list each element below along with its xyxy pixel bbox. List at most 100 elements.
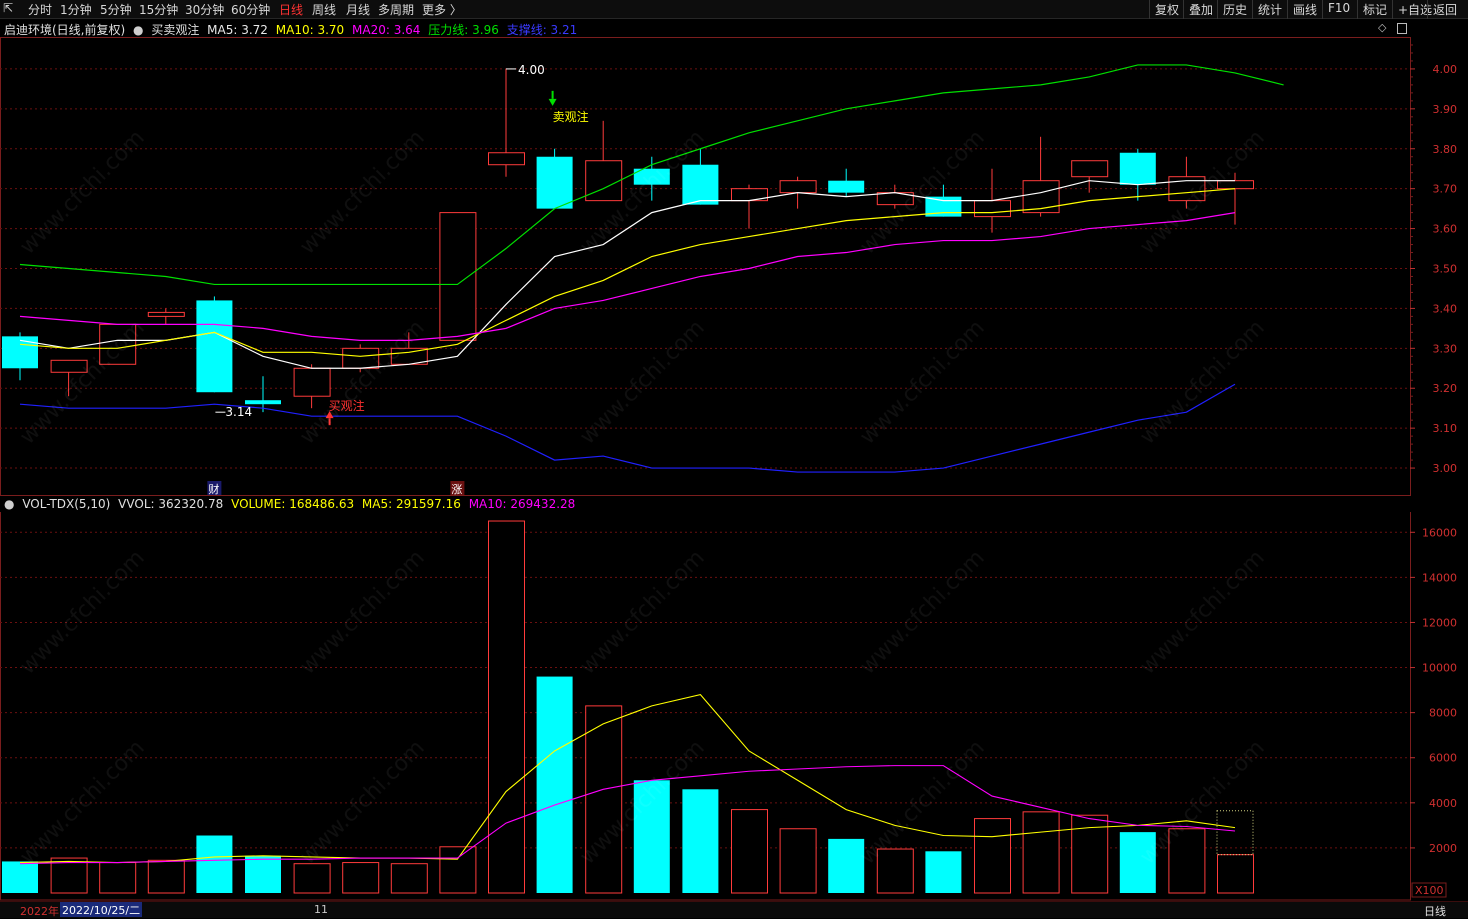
candle-up: [488, 152, 525, 166]
candle-down: [245, 400, 281, 405]
volume-tick-label: 2000: [1429, 842, 1457, 855]
toolbar-button-8[interactable]: 返回: [1427, 0, 1462, 19]
toolbar-button-4[interactable]: 画线: [1287, 0, 1322, 19]
toolbar-button-6[interactable]: 标记: [1357, 0, 1392, 19]
price-chart[interactable]: 3.00 3.10 3.20 3.30 3.40 3.50 3.60 3.70 3.80 3.90…: [0, 37, 1468, 496]
volume-bar-down: [633, 780, 670, 893]
up-marker-label: 涨: [451, 483, 462, 496]
volume-bar-down: [196, 835, 233, 893]
volume-bar-down: [925, 851, 962, 893]
volume-bar-up: [99, 862, 137, 894]
candle-down: [536, 156, 573, 209]
price-tick-label: 3.80: [1433, 143, 1458, 156]
volume-bar-up: [779, 828, 817, 894]
period-tab-3[interactable]: 15分钟: [139, 1, 178, 18]
volume-tick-label: 12000: [1422, 616, 1457, 629]
period-tab-7[interactable]: 周线: [312, 1, 336, 18]
period-tab-6[interactable]: 日线: [279, 1, 303, 18]
candle-up: [1217, 180, 1254, 190]
price-tick-label: 3.40: [1433, 302, 1458, 315]
candle-up: [1071, 160, 1109, 178]
volume-bar-up: [147, 859, 185, 894]
toolbar-button-1[interactable]: 叠加: [1183, 0, 1218, 19]
period-tab-2[interactable]: 5分钟: [100, 1, 132, 18]
volume-tick-label: 4000: [1429, 797, 1457, 810]
period-tab-4[interactable]: 30分钟: [185, 1, 224, 18]
candle-up: [293, 367, 331, 397]
volume-value: VOLUME: 168486.63: [231, 497, 355, 511]
volume-bar-down: [245, 855, 281, 893]
indicator-toggle-icon[interactable]: ●: [133, 23, 143, 37]
toolbar-button-3[interactable]: 统计: [1252, 0, 1287, 19]
candle-up: [439, 212, 477, 341]
toolbar-button-0[interactable]: 复权: [1149, 0, 1184, 19]
candle-down: [2, 336, 38, 369]
volume-bar-up: [1022, 811, 1060, 894]
line-支撑线: [19, 383, 1236, 473]
period-tab-9[interactable]: 多周期: [378, 1, 414, 18]
vol-indicator-name[interactable]: VOL-TDX(5,10): [22, 497, 110, 511]
volume-bar-up: [342, 862, 380, 894]
price-tick-label: 3.70: [1433, 183, 1458, 196]
volume-bar-down: [536, 676, 573, 893]
support-legend: 支撑线: 3.21: [506, 23, 578, 37]
volume-bar-up: [585, 705, 623, 894]
vol-ma5-legend: MA5: 291597.16: [361, 497, 461, 511]
volume-bar-up: [1168, 828, 1206, 894]
candle-up: [974, 200, 1011, 218]
volume-bar-down: [682, 789, 719, 893]
diamond-icon[interactable]: ◇: [1378, 21, 1386, 34]
ma20-legend: MA20: 3.64: [352, 23, 421, 37]
vvol-legend: VVOL: 362320.78: [118, 497, 224, 511]
period-tab-0[interactable]: 分时: [28, 1, 52, 18]
price-tick-label: 3.10: [1433, 422, 1458, 435]
volume-bar-up: [488, 520, 525, 894]
price-tick-label: 3.00: [1433, 462, 1458, 475]
vol-ma10-legend: MA10: 269432.28: [468, 497, 576, 511]
volume-bar-down: [828, 838, 865, 893]
period-tab-10[interactable]: 更多 〉: [422, 1, 462, 18]
volume-bar-up: [974, 818, 1011, 894]
price-frame: [0, 37, 1411, 496]
toolbar-button-5[interactable]: F10: [1322, 0, 1355, 19]
cursor-date-label: 2022/10/25/二: [60, 902, 143, 917]
volume-chart[interactable]: 2000 4000 6000 8000 10000 12000 14000 16000 X100: [0, 512, 1468, 901]
sell-arrow-icon: [548, 98, 557, 106]
price-tick-label: 3.20: [1433, 382, 1458, 395]
indicator-name[interactable]: 买卖观注: [151, 23, 199, 37]
back-icon[interactable]: ⇱: [3, 1, 13, 15]
price-tick-label: 4.00: [1433, 63, 1458, 76]
volume-bar-up: [731, 809, 768, 894]
volume-bar-up: [1217, 854, 1254, 894]
price-tick-label: 3.30: [1433, 342, 1458, 355]
period-tab-1[interactable]: 1分钟: [60, 1, 92, 18]
candle-up: [1022, 180, 1060, 214]
volume-tick-label: 14000: [1422, 571, 1457, 584]
volume-tick-label: 10000: [1422, 662, 1457, 675]
vol-indicator-icon[interactable]: ●: [4, 497, 14, 511]
volume-bar-down: [2, 861, 38, 893]
volume-unit-label: X100: [1415, 884, 1444, 897]
candle-up: [585, 160, 623, 202]
candle-down: [682, 164, 719, 205]
period-toolbar: ⇱ 分时 1分钟 5分钟 15分钟 30分钟 60分钟 日线 周线 月线 多周期 更多 〉 复权 叠加…: [0, 0, 1468, 19]
volume-bar-down: [1119, 832, 1156, 893]
candle-down: [828, 180, 865, 193]
candle-up: [147, 311, 185, 317]
ma5-legend: MA5: 3.72: [207, 23, 268, 37]
price-tick-label: 3.60: [1433, 223, 1458, 236]
pressure-legend: 压力线: 3.96: [428, 23, 499, 37]
high-price-label: 4.00: [518, 63, 545, 77]
fin-marker-label: 财: [208, 482, 219, 496]
toolbar-button-2[interactable]: 历史: [1217, 0, 1252, 19]
ma10-legend: MA10: 3.70: [275, 23, 345, 37]
price-tick-label: 3.90: [1433, 103, 1458, 116]
main-legend: 启迪环境(日线,前复权) ● 买卖观注 MA5: 3.72 MA10: 3.70…: [4, 21, 581, 38]
period-tab-8[interactable]: 月线: [346, 1, 370, 18]
volume-bar-up: [876, 848, 914, 894]
candle-up: [342, 347, 380, 369]
window-icon[interactable]: [1397, 23, 1407, 34]
period-tab-5[interactable]: 60分钟: [231, 1, 270, 18]
volume-tick-label: 6000: [1429, 752, 1457, 765]
month-label: 11: [314, 903, 328, 916]
